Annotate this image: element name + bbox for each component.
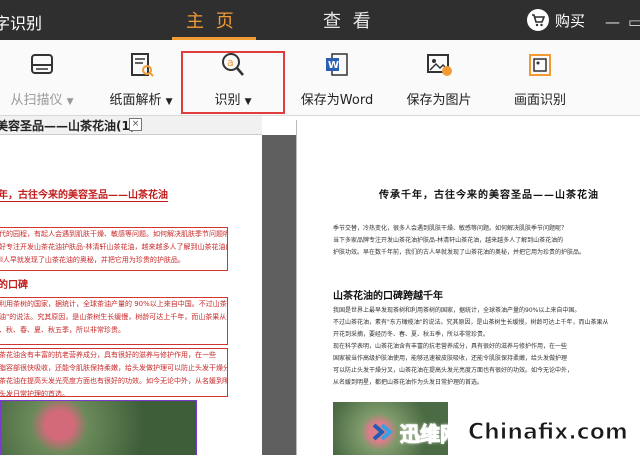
ocr-block[interactable]: 利用茶树的国家，据统计，全球茶油产量的 90%以上来自中国。不过山茶花 油"的说… [0, 297, 228, 345]
analysis-pane: 年，古往今来的美容圣品——山茶花油 代的园程，有起人会遇到肌肤干燥、敏感等问题。… [0, 135, 262, 455]
text-line: ll人早就发现了山茶花油的奥秘，并把它用为珍贵的护肤品。 [0, 256, 185, 264]
paragraph: 我国是世界上最早发现茶树和利用茶树的国家，据统计，全球茶油产量的90%以上来自中… [333, 307, 609, 386]
watermark-brand-en: Chinafix.com [468, 419, 629, 445]
close-tab-icon[interactable]: × [129, 118, 142, 131]
text-line: 利用茶树的国家，据统计，全球茶油产量的 90%以上来自中国。不过山茶花 [0, 300, 227, 308]
text-line: 代的园程，有起人会遇到肌肤干燥、敏感等问题。如何解决肌肤季节问题呢？ [0, 230, 227, 238]
document-tab[interactable]: 美容圣品——山茶花油(1) [0, 117, 135, 134]
text-line: 油"的说法。究其原因，是山茶树生长缓慢，树龄可达上千年，而山茶果从开 [0, 313, 227, 321]
text-line: 茶花油含有丰富的抗老营养成分，具有很好的滋养与修护作用，在一些 [0, 351, 216, 359]
watermark: 迅维网 Chinafix.com [372, 414, 640, 450]
text-line: 茶花油在提高头发光亮度方面也有很好的功效。如今无论中外，从名媛到明星 [0, 377, 227, 385]
watermark-logo-icon [372, 423, 394, 441]
left-doc-heading: 的口碑 [0, 280, 28, 291]
text-line: 好专注开发山茶花油护肤品-林清轩山茶花油，越来越多人了解到山茶花油的 [0, 243, 227, 251]
preview-pane: 传承千年，古往今来的美容圣品——山茶花油 季节交替，冷热变化，很多人会遇到肌肤干… [296, 120, 640, 455]
text-line: 脂容部很快吸收，还能令肌肤保持柔嫩，给头发做护理可以防止头发干燥分叉 [0, 364, 227, 372]
ocr-block[interactable]: 茶花油含有丰富的抗老营养成分，具有很好的滋养与修护作用，在一些 脂容部很快吸收，… [0, 348, 228, 398]
right-doc-heading: 山茶花油的口碑跨越千年 [333, 291, 443, 302]
watermark-brand-cn: 迅维网 [400, 421, 461, 446]
pane-divider[interactable] [262, 135, 296, 455]
text-line: 、秋、春、夏、秋五季，所以非常珍贵。 [0, 326, 125, 334]
document-photo [0, 400, 197, 455]
ocr-block[interactable]: 代的园程，有起人会遇到肌肤干燥、敏感等问题。如何解决肌肤季节问题呢？ 好专注开发… [0, 227, 228, 271]
paragraph: 季节交替，冷热变化，很多人会遇到肌肤干燥、敏感等问题。如何解决肌肤季节问题呢？ … [333, 225, 586, 256]
right-doc-title: 传承千年，古往今来的美容圣品——山茶花油 [379, 190, 599, 201]
document-tab-bar: 美容圣品——山茶花油(1) × [0, 116, 262, 135]
left-doc-title: 年，古往今来的美容圣品——山茶花油 [0, 186, 168, 202]
